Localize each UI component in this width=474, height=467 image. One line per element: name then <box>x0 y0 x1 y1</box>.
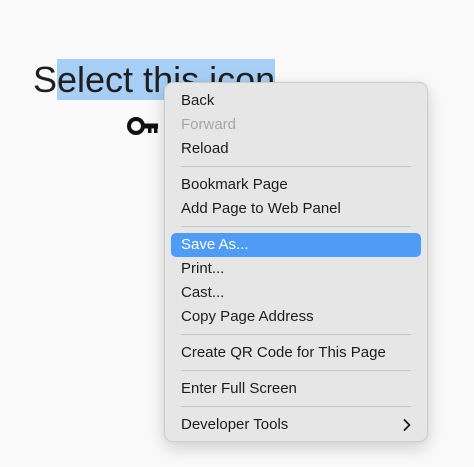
key-icon[interactable] <box>127 116 161 136</box>
menu-item-save-as[interactable]: Save As... <box>171 233 421 257</box>
menu-separator <box>181 406 411 407</box>
menu-item-label: Save As... <box>181 236 249 253</box>
menu-separator <box>181 166 411 167</box>
menu-item-bookmark-page[interactable]: Bookmark Page <box>171 173 421 197</box>
menu-item-label: Create QR Code for This Page <box>181 344 386 361</box>
menu-item-label: Forward <box>181 116 237 133</box>
menu-item-reload[interactable]: Reload <box>171 137 421 161</box>
menu-item-label: Back <box>181 92 215 109</box>
menu-item-forward[interactable]: Forward <box>171 113 421 137</box>
menu-item-cast[interactable]: Cast... <box>171 281 421 305</box>
menu-item-label: Bookmark Page <box>181 176 288 193</box>
menu-item-copy-page-address[interactable]: Copy Page Address <box>171 305 421 329</box>
menu-item-label: Developer Tools <box>181 416 289 433</box>
heading-text-start: S <box>33 59 58 100</box>
menu-item-label: Enter Full Screen <box>181 380 297 397</box>
menu-separator <box>181 226 411 227</box>
menu-item-print[interactable]: Print... <box>171 257 421 281</box>
menu-item-enter-full-screen[interactable]: Enter Full Screen <box>171 377 421 401</box>
menu-item-label: Copy Page Address <box>181 308 314 325</box>
chevron-right-icon <box>403 419 411 431</box>
menu-separator <box>181 370 411 371</box>
menu-item-label: Add Page to Web Panel <box>181 200 341 217</box>
menu-item-back[interactable]: Back <box>171 89 421 113</box>
menu-item-label: Print... <box>181 260 225 277</box>
menu-item-developer-tools[interactable]: Developer Tools <box>171 413 421 437</box>
menu-item-label: Cast... <box>181 284 225 301</box>
menu-item-add-page-to-web-panel[interactable]: Add Page to Web Panel <box>171 197 421 221</box>
menu-item-label: Reload <box>181 140 229 157</box>
menu-separator <box>181 334 411 335</box>
context-menu: Back Forward Reload Bookmark Page Add Pa… <box>164 82 428 442</box>
menu-item-create-qr-code[interactable]: Create QR Code for This Page <box>171 341 421 365</box>
